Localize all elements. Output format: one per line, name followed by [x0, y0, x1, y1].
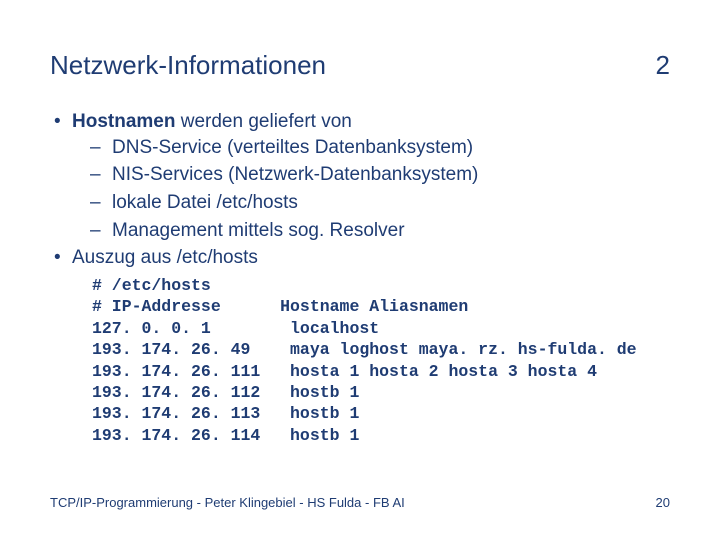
slide-header: Netzwerk-Informationen 2 — [50, 50, 670, 81]
bullet-item-2: Auszug aus /etc/hosts — [50, 245, 670, 271]
sub-bullet-3: lokale Datei /etc/hosts — [90, 190, 670, 216]
footer-text: TCP/IP-Programmierung - Peter Klingebiel… — [50, 495, 405, 510]
bullet-1-strong: Hostnamen — [72, 111, 175, 132]
code-block: # /etc/hosts # IP-Addresse Hostname Alia… — [92, 275, 670, 447]
sub-bullet-1: DNS-Service (verteiltes Datenbanksystem) — [90, 135, 670, 161]
bullet-list: Hostnamen werden geliefert von DNS-Servi… — [50, 109, 670, 271]
slide-title: Netzwerk-Informationen — [50, 50, 326, 81]
slide-number-top: 2 — [656, 50, 670, 81]
slide: Netzwerk-Informationen 2 Hostnamen werde… — [0, 0, 720, 540]
sub-bullet-2: NIS-Services (Netzwerk-Datenbanksystem) — [90, 162, 670, 188]
sub-bullet-4: Management mittels sog. Resolver — [90, 218, 670, 244]
bullet-1-rest: werden geliefert von — [175, 111, 351, 132]
footer-page-number: 20 — [656, 495, 670, 510]
bullet-item-1: Hostnamen werden geliefert von DNS-Servi… — [50, 109, 670, 243]
slide-footer: TCP/IP-Programmierung - Peter Klingebiel… — [50, 495, 670, 510]
sub-bullet-list: DNS-Service (verteiltes Datenbanksystem)… — [72, 135, 670, 244]
slide-content: Hostnamen werden geliefert von DNS-Servi… — [50, 109, 670, 446]
